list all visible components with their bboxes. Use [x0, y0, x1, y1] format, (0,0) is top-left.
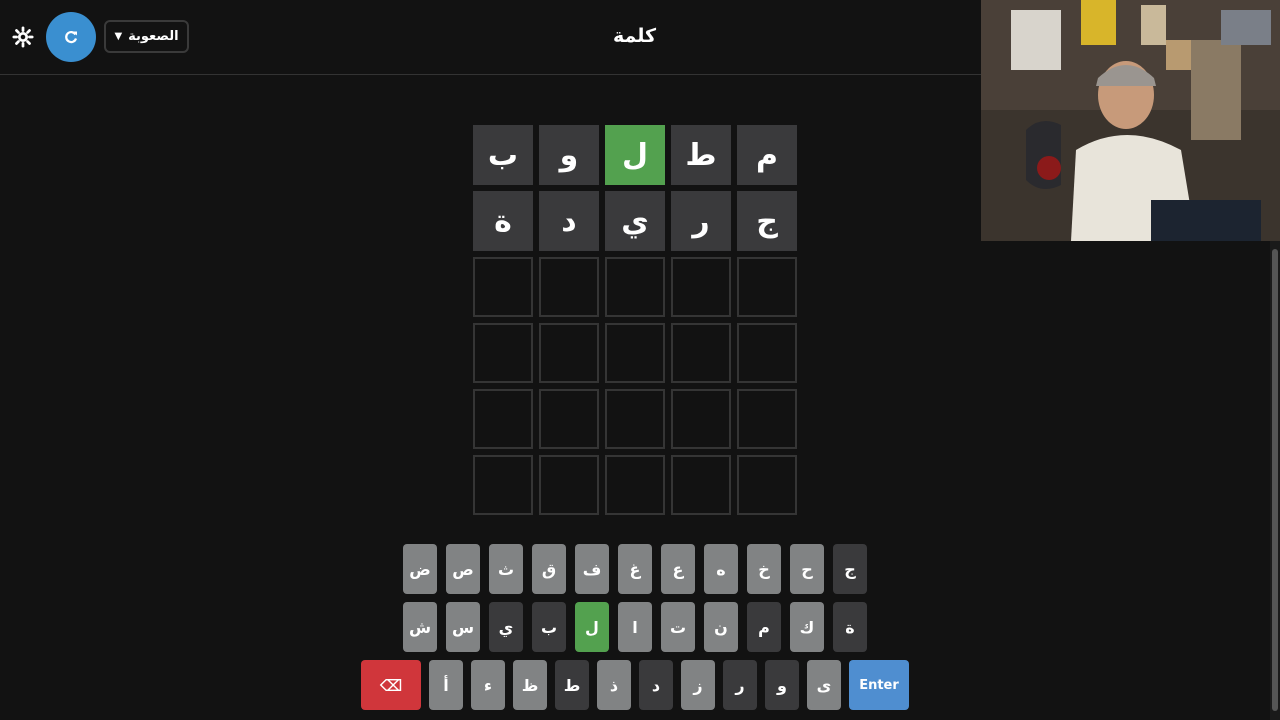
key[interactable]: ج: [833, 544, 867, 594]
board-row: [473, 323, 797, 383]
board-tile: ي: [605, 191, 665, 251]
board-tile: د: [539, 191, 599, 251]
board-tile: [539, 323, 599, 383]
board-tile: [473, 455, 533, 515]
board-tile: [605, 323, 665, 383]
key[interactable]: خ: [747, 544, 781, 594]
key[interactable]: ر: [723, 660, 757, 710]
webcam-image: [981, 0, 1280, 241]
key[interactable]: ة: [833, 602, 867, 652]
board-row: مطلوب: [473, 125, 797, 185]
enter-key[interactable]: Enter: [849, 660, 909, 710]
board-tile: [671, 455, 731, 515]
board-tile: [605, 257, 665, 317]
key[interactable]: أ: [429, 660, 463, 710]
board-row: [473, 389, 797, 449]
key[interactable]: ذ: [597, 660, 631, 710]
board-tile: ة: [473, 191, 533, 251]
key[interactable]: س: [446, 602, 480, 652]
key[interactable]: ه: [704, 544, 738, 594]
key[interactable]: ل: [575, 602, 609, 652]
board-tile: ب: [473, 125, 533, 185]
board-tile: [605, 455, 665, 515]
board-tile: ط: [671, 125, 731, 185]
board-tile: و: [539, 125, 599, 185]
key[interactable]: ض: [403, 544, 437, 594]
key[interactable]: ث: [489, 544, 523, 594]
board-tile: [737, 389, 797, 449]
board-tile: م: [737, 125, 797, 185]
key[interactable]: غ: [618, 544, 652, 594]
board-tile: [671, 389, 731, 449]
board-tile: [737, 257, 797, 317]
board-tile: [539, 257, 599, 317]
board-tile: ج: [737, 191, 797, 251]
board-tile: [737, 455, 797, 515]
key[interactable]: ب: [532, 602, 566, 652]
board-tile: [671, 323, 731, 383]
board-tile: [539, 455, 599, 515]
key[interactable]: ز: [681, 660, 715, 710]
key[interactable]: ف: [575, 544, 609, 594]
key[interactable]: د: [639, 660, 673, 710]
on-screen-keyboard: ج ح خ ه ع غ ف ق ث ص ض ة ك م ن ت ا ل ب ي س ش Enter ى و ر ز د ذ ط ظ ء أ ⌫: [0, 544, 1270, 718]
key[interactable]: ع: [661, 544, 695, 594]
board-tile: [737, 323, 797, 383]
key[interactable]: ش: [403, 602, 437, 652]
keyboard-row: Enter ى و ر ز د ذ ط ظ ء أ ⌫: [0, 660, 1270, 710]
board-row: جريدة: [473, 191, 797, 251]
key[interactable]: ظ: [513, 660, 547, 710]
key[interactable]: ت: [661, 602, 695, 652]
key[interactable]: ا: [618, 602, 652, 652]
key[interactable]: ء: [471, 660, 505, 710]
webcam-overlay: [981, 0, 1280, 241]
board-tile: [671, 257, 731, 317]
board-tile: ر: [671, 191, 731, 251]
board-tile: [539, 389, 599, 449]
keyboard-row: ةكمنتالبيسش: [0, 602, 1270, 652]
header-bar: ▼ الصعوبة كلمة: [0, 0, 981, 75]
key[interactable]: ح: [790, 544, 824, 594]
board-tile: [605, 389, 665, 449]
board-tile: [473, 257, 533, 317]
board-row: [473, 257, 797, 317]
keyboard-row: جحخهعغفقثصض: [0, 544, 1270, 594]
scrollbar[interactable]: [1270, 241, 1280, 720]
key[interactable]: و: [765, 660, 799, 710]
key[interactable]: ك: [790, 602, 824, 652]
backspace-key[interactable]: ⌫: [361, 660, 421, 710]
key[interactable]: ط: [555, 660, 589, 710]
key[interactable]: ن: [704, 602, 738, 652]
key[interactable]: م: [747, 602, 781, 652]
board-row: [473, 455, 797, 515]
board-tile: ل: [605, 125, 665, 185]
key[interactable]: ي: [489, 602, 523, 652]
board-tile: [473, 323, 533, 383]
game-board: مطلوبجريدة: [473, 125, 797, 521]
board-tile: [473, 389, 533, 449]
key[interactable]: ى: [807, 660, 841, 710]
key[interactable]: ق: [532, 544, 566, 594]
key[interactable]: ص: [446, 544, 480, 594]
scrollbar-thumb[interactable]: [1272, 249, 1278, 711]
